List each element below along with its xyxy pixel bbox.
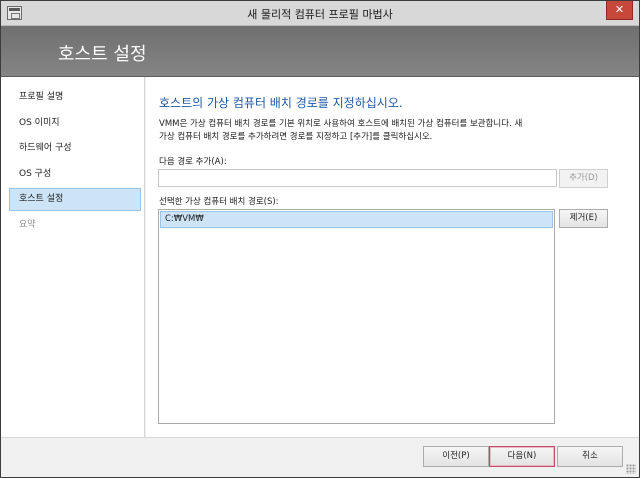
page-banner: 호스트 설정: [1, 26, 639, 77]
description-line-1: VMM은 가상 컴퓨터 배치 경로를 기본 위치로 사용하여 호스트에 배치된 …: [159, 119, 523, 129]
cancel-button[interactable]: 취소: [557, 446, 623, 467]
add-path-input[interactable]: [158, 169, 557, 187]
wizard-step-nav: 프로필 설명 OS 이미지 하드웨어 구성 OS 구성 호스트 설정 요약: [1, 77, 145, 437]
placement-path-row[interactable]: C:₩VM₩: [160, 211, 553, 228]
resize-grip-icon[interactable]: [626, 464, 636, 474]
nav-item-os-config[interactable]: OS 구성: [9, 163, 141, 186]
next-button[interactable]: 다음(N): [489, 446, 555, 467]
add-path-label: 다음 경로 추가(A):: [159, 157, 227, 167]
close-button[interactable]: ✕: [606, 1, 633, 20]
add-path-button[interactable]: 추가(D): [559, 169, 608, 188]
selected-paths-label: 선택한 가상 컴퓨터 배치 경로(S):: [159, 197, 279, 207]
previous-button[interactable]: 이전(P): [423, 446, 489, 467]
page-heading: 호스트의 가상 컴퓨터 배치 경로를 지정하십시오.: [159, 96, 403, 110]
main-content: 호스트의 가상 컴퓨터 배치 경로를 지정하십시오. VMM은 가상 컴퓨터 배…: [146, 77, 639, 437]
remove-path-button[interactable]: 제거(E): [559, 209, 608, 228]
nav-item-host-settings[interactable]: 호스트 설정: [9, 188, 141, 211]
wizard-footer: 이전(P) 다음(N) 취소: [1, 437, 639, 477]
description-line-2: 가상 컴퓨터 배치 경로를 추가하려면 경로를 지정하고 [추가]를 클릭하십시…: [159, 132, 433, 142]
placement-paths-list[interactable]: C:₩VM₩: [158, 209, 555, 424]
page-description: VMM은 가상 컴퓨터 배치 경로를 기본 위치로 사용하여 호스트에 배치된 …: [159, 118, 629, 144]
banner-title: 호스트 설정: [58, 44, 147, 65]
wizard-window: 새 물리적 컴퓨터 프로필 마법사 ✕ 호스트 설정 프로필 설명 OS 이미지…: [0, 0, 640, 478]
window-title: 새 물리적 컴퓨터 프로필 마법사: [247, 8, 393, 21]
nav-item-os-image[interactable]: OS 이미지: [9, 112, 141, 135]
nav-item-profile-description[interactable]: 프로필 설명: [9, 86, 141, 109]
nav-item-summary: 요약: [19, 220, 36, 230]
title-bar: 새 물리적 컴퓨터 프로필 마법사 ✕: [1, 1, 639, 26]
nav-item-hardware-config[interactable]: 하드웨어 구성: [9, 137, 141, 160]
